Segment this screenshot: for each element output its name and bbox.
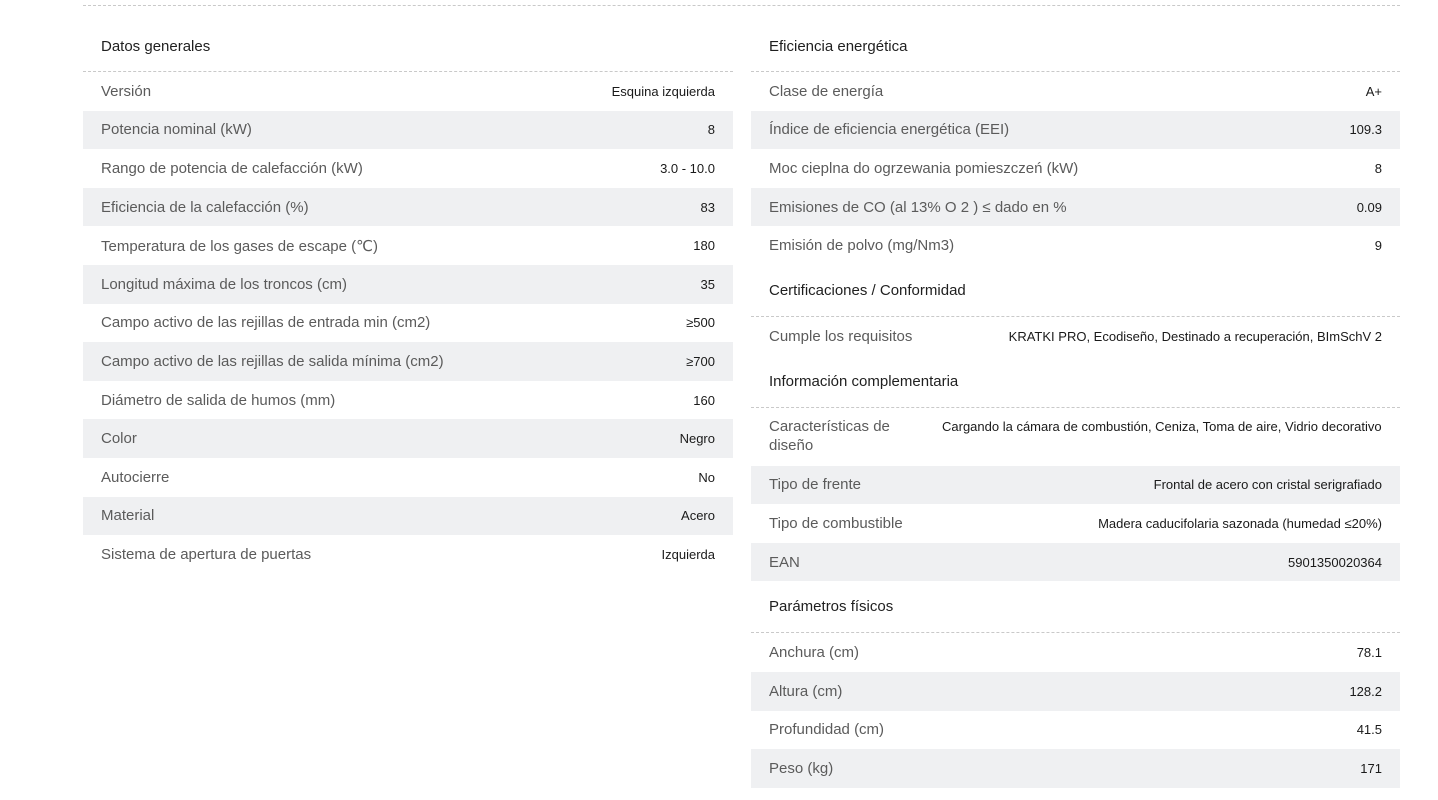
spec-value: Negro (679, 431, 715, 447)
spec-label: Eficiencia de la calefacción (%) (101, 198, 309, 216)
spec-value: 128.2 (1349, 683, 1382, 699)
spec-label: Material (101, 507, 155, 525)
spec-value: 5901350020364 (1288, 554, 1382, 570)
spec-row-heating-efficiency: Eficiencia de la calefacción (%) 83 (83, 187, 733, 227)
spec-value: No (698, 469, 715, 485)
section-title-complementary: Información complementaria (751, 356, 1400, 408)
spec-label: Profundidad (cm) (769, 721, 885, 739)
spec-row-self-closing: Autocierre No (83, 458, 733, 497)
spec-label: Temperatura de los gases de escape (℃) (101, 237, 378, 255)
spec-label: Emisiones de CO (al 13% O 2 ) ≤ dado en … (769, 198, 1067, 216)
spec-value: 78.1 (1356, 645, 1382, 661)
spec-row-outlet-grille-area: Campo activo de las rejillas de salida m… (83, 342, 733, 381)
spec-row-requirements: Cumple los requisitos KRATKI PRO, Ecodis… (751, 317, 1400, 356)
spec-label: Sistema de apertura de puertas (101, 545, 312, 563)
spec-row-power-range: Rango de potencia de calefacción (kW) 3.… (83, 149, 733, 188)
spec-row-energy-class: Clase de energía A+ (751, 72, 1400, 111)
spec-label: Moc cieplna do ogrzewania pomieszczeń (k… (769, 159, 1079, 177)
spec-value: 35 (700, 276, 715, 292)
spec-row-front-type: Tipo de frente Frontal de acero con cris… (751, 465, 1400, 505)
spec-value: 180 (693, 238, 715, 254)
section-title-physical: Parámetros físicos (751, 581, 1400, 634)
spec-value: ≥700 (686, 353, 715, 369)
spec-row-door-opening: Sistema de apertura de puertas Izquierda (83, 535, 733, 574)
spec-value: Frontal de acero con cristal serigrafiad… (1153, 477, 1382, 493)
spec-label: Potencia nominal (kW) (101, 121, 252, 139)
general-data-section: Datos generales Versión Esquina izquierd… (83, 22, 733, 574)
spec-label: Tipo de frente (769, 476, 861, 494)
spec-row-nominal-power: Potencia nominal (kW) 8 (83, 110, 733, 150)
spec-label: Color (101, 430, 137, 448)
spec-value: 41.5 (1356, 722, 1382, 738)
spec-row-fuel-type: Tipo de combustible Madera caducifolaria… (751, 504, 1400, 543)
spec-label: Versión (101, 82, 152, 100)
spec-row-width: Anchura (cm) 78.1 (751, 633, 1400, 672)
spec-row-weight: Peso (kg) 171 (751, 749, 1400, 788)
spec-row-eei: Índice de eficiencia energética (EEI) 10… (751, 110, 1400, 150)
spec-row-co-emissions: Emisiones de CO (al 13% O 2 ) ≤ dado en … (751, 187, 1400, 227)
spec-row-room-heating-power: Moc cieplna do ogrzewania pomieszczeń (k… (751, 149, 1400, 188)
spec-label: EAN (769, 553, 800, 571)
spec-value: Esquina izquierda (611, 83, 715, 99)
spec-label: Campo activo de las rejillas de salida m… (101, 352, 444, 370)
spec-value: 160 (693, 392, 715, 408)
spec-value: Izquierda (661, 546, 715, 562)
right-specs-column: Eficiencia energética Clase de energía A… (751, 22, 1400, 788)
spec-row-color: Color Negro (83, 419, 733, 458)
spec-row-exhaust-temperature: Temperatura de los gases de escape (℃) 1… (83, 226, 733, 265)
spec-row-design-features: Características de diseño Cargando la cá… (751, 408, 1400, 466)
spec-value: Madera caducifolaria sazonada (humedad ≤… (1098, 515, 1382, 531)
spec-value: A+ (1365, 83, 1382, 99)
spec-label: Autocierre (101, 468, 170, 486)
spec-row-version: Versión Esquina izquierda (83, 72, 733, 111)
spec-value: 8 (1374, 160, 1382, 176)
spec-value: KRATKI PRO, Ecodiseño, Destinado a recup… (1008, 328, 1382, 344)
spec-row-height: Altura (cm) 128.2 (751, 671, 1400, 711)
spec-row-dust-emission: Emisión de polvo (mg/Nm3) 9 (751, 226, 1400, 265)
spec-label: Altura (cm) (769, 682, 843, 700)
spec-label: Peso (kg) (769, 759, 834, 777)
spec-value: 0.09 (1356, 199, 1382, 215)
spec-value: 83 (700, 199, 715, 215)
spec-value: Cargando la cámara de combustión, Ceniza… (942, 418, 1382, 434)
spec-label: Diámetro de salida de humos (mm) (101, 391, 336, 409)
section-title-efficiency: Eficiencia energética (751, 22, 1400, 72)
spec-label: Clase de energía (769, 82, 884, 100)
spec-label: Índice de eficiencia energética (EEI) (769, 121, 1010, 139)
spec-row-ean: EAN 5901350020364 (751, 542, 1400, 582)
spec-label: Rango de potencia de calefacción (kW) (101, 159, 363, 177)
spec-row-depth: Profundidad (cm) 41.5 (751, 711, 1400, 750)
spec-row-max-log-length: Longitud máxima de los troncos (cm) 35 (83, 264, 733, 304)
section-title-certifications: Certificaciones / Conformidad (751, 265, 1400, 317)
spec-label: Emisión de polvo (mg/Nm3) (769, 237, 955, 255)
spec-row-material: Material Acero (83, 496, 733, 536)
spec-value: 171 (1360, 760, 1382, 776)
spec-label: Longitud máxima de los troncos (cm) (101, 275, 347, 293)
spec-value: ≥500 (686, 315, 715, 331)
spec-value: 109.3 (1349, 122, 1382, 138)
spec-value: 9 (1374, 238, 1382, 254)
spec-label: Campo activo de las rejillas de entrada … (101, 314, 431, 332)
spec-label: Anchura (cm) (769, 644, 860, 662)
spec-label: Cumple los requisitos (769, 327, 913, 345)
spec-value: Acero (681, 508, 715, 524)
spec-label: Características de diseño (769, 417, 890, 454)
spec-label: Tipo de combustible (769, 514, 903, 532)
top-divider (83, 5, 1400, 6)
spec-row-inlet-grille-area: Campo activo de las rejillas de entrada … (83, 304, 733, 343)
spec-value: 8 (707, 122, 715, 138)
spec-value: 3.0 - 10.0 (660, 160, 715, 176)
section-title-general: Datos generales (83, 22, 733, 72)
spec-row-flue-diameter: Diámetro de salida de humos (mm) 160 (83, 381, 733, 420)
